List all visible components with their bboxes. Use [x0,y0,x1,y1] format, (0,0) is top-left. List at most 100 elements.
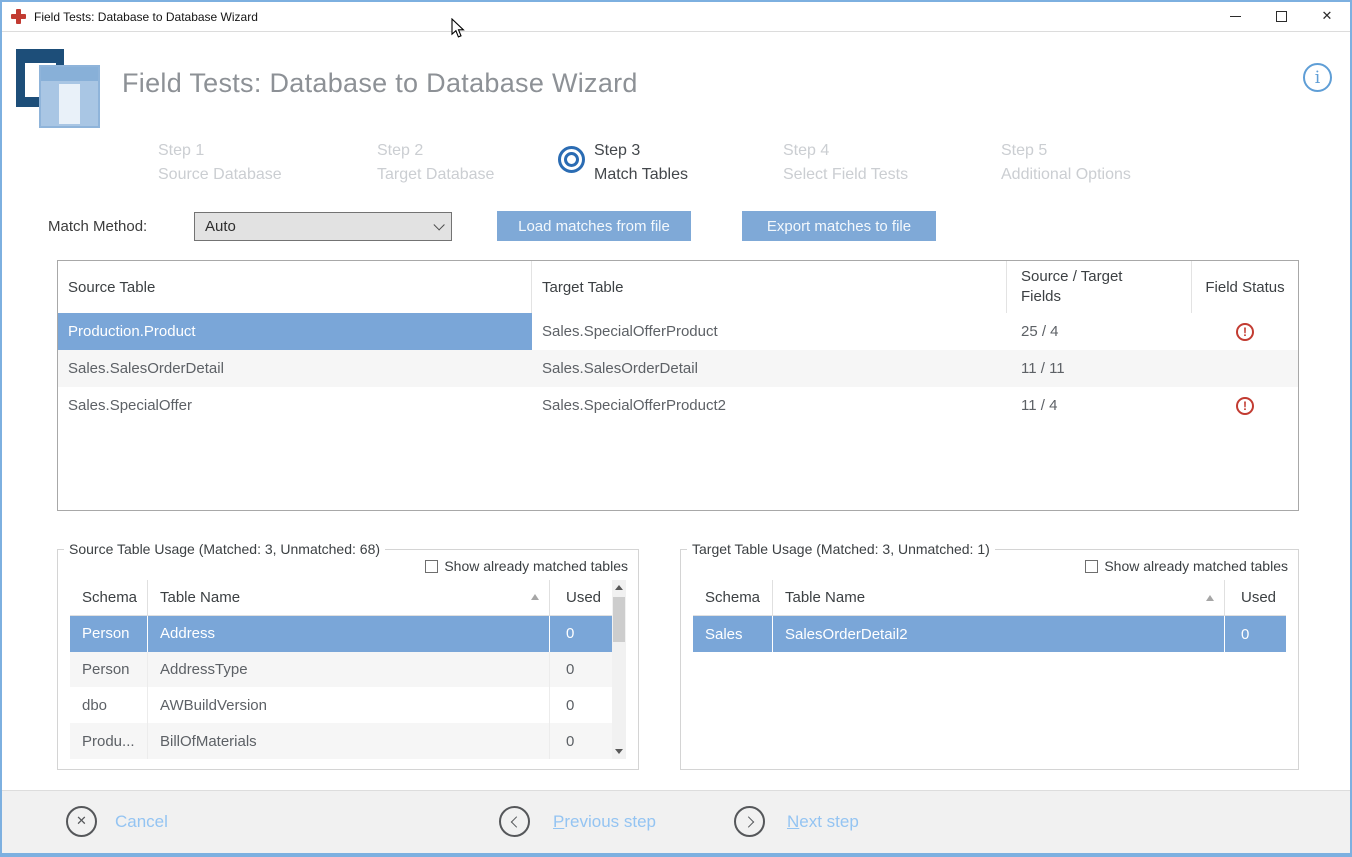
target-cell[interactable]: Sales.SalesOrderDetail [532,350,1007,387]
minimize-icon [1230,16,1241,18]
target-table-usage-group: Target Table Usage (Matched: 3, Unmatche… [680,549,1299,770]
list-item[interactable]: Sales SalesOrderDetail2 0 [693,616,1286,652]
usage-table-header: Schema Table Name Used [70,580,612,616]
cancel-button[interactable]: ✕ [66,806,97,837]
status-cell[interactable]: ! [1192,387,1298,424]
column-header-schema[interactable]: Schema [693,580,773,615]
used-cell[interactable]: 0 [550,616,612,652]
source-cell[interactable]: Sales.SalesOrderDetail [58,350,532,387]
title-bar: Field Tests: Database to Database Wizard… [2,2,1350,32]
fields-cell[interactable]: 11 / 11 [1007,350,1192,387]
schema-cell[interactable]: Person [70,652,148,688]
scroll-up-button[interactable] [612,580,626,595]
column-header-source-target-fields[interactable]: Source / Target Fields [1007,261,1192,313]
list-item[interactable]: Person Address 0 [70,616,612,652]
sort-ascending-icon [531,594,539,600]
show-matched-tables-option[interactable]: Show already matched tables [425,558,628,574]
source-table-usage-group: Source Table Usage (Matched: 3, Unmatche… [57,549,639,770]
next-step-button[interactable] [734,806,765,837]
schema-cell[interactable]: Sales [693,616,773,652]
usage-table-header: Schema Table Name Used [693,580,1286,616]
active-step-ring-icon [558,146,585,173]
table-name-cell[interactable]: AWBuildVersion [148,687,550,723]
vertical-scrollbar[interactable] [612,580,626,759]
table-row[interactable]: Sales.SpecialOffer Sales.SpecialOfferPro… [58,387,1298,424]
table-name-cell[interactable]: Address [148,616,550,652]
app-window: Field Tests: Database to Database Wizard… [0,0,1352,857]
schema-cell[interactable]: Produ... [70,723,148,759]
minimize-button[interactable] [1212,2,1258,32]
cancel-label[interactable]: Cancel [115,812,168,832]
info-icon[interactable]: i [1303,63,1332,92]
error-status-icon: ! [1236,323,1254,341]
schema-cell[interactable]: Person [70,616,148,652]
column-header-used[interactable]: Used [550,580,612,615]
footer-bar: ✕ Cancel Previous step Next step [2,790,1350,853]
source-usage-table: Schema Table Name Used Person Address 0 … [70,580,612,759]
list-item[interactable]: Person AddressType 0 [70,652,612,688]
previous-step-label[interactable]: Previous step [553,812,656,832]
maximize-icon [1276,11,1287,22]
step-1-source-database: Step 1 Source Database [158,139,282,187]
previous-step-button[interactable] [499,806,530,837]
status-cell[interactable] [1192,350,1298,387]
show-matched-checkbox[interactable] [425,560,438,573]
list-item[interactable]: Produ... BillOfMaterials 0 [70,723,612,759]
list-item[interactable]: dbo AWBuildVersion 0 [70,687,612,723]
used-cell[interactable]: 0 [1225,616,1286,652]
schema-cell[interactable]: dbo [70,687,148,723]
step-2-target-database: Step 2 Target Database [377,139,494,187]
wizard-steps: Step 1 Source Database Step 2 Target Dat… [2,139,1350,189]
used-cell[interactable]: 0 [550,652,612,688]
show-matched-checkbox[interactable] [1085,560,1098,573]
group-legend: Source Table Usage (Matched: 3, Unmatche… [64,541,385,557]
scroll-up-icon [615,585,623,590]
used-cell[interactable]: 0 [550,723,612,759]
table-row[interactable]: Sales.SalesOrderDetail Sales.SalesOrderD… [58,350,1298,387]
target-cell[interactable]: Sales.SpecialOfferProduct2 [532,387,1007,424]
match-method-select[interactable]: Auto [194,212,452,241]
app-logo-icon [16,47,100,128]
chevron-down-icon [433,219,444,230]
match-method-label: Match Method: [48,218,147,235]
source-cell[interactable]: Production.Product [58,313,532,350]
load-matches-button[interactable]: Load matches from file [497,211,691,241]
scrollbar-thumb[interactable] [613,597,625,642]
target-cell[interactable]: Sales.SpecialOfferProduct [532,313,1007,350]
table-name-cell[interactable]: AddressType [148,652,550,688]
cancel-x-icon: ✕ [76,814,87,829]
close-button[interactable]: ✕ [1304,2,1350,32]
used-cell[interactable]: 0 [550,687,612,723]
show-matched-tables-option[interactable]: Show already matched tables [1085,558,1288,574]
scrollbar-track[interactable] [612,595,626,744]
sort-ascending-icon [1206,595,1214,601]
next-step-label[interactable]: Next step [787,812,859,832]
maximize-button[interactable] [1258,2,1304,32]
column-header-used[interactable]: Used [1225,580,1286,615]
column-header-target-table[interactable]: Target Table [532,261,1007,313]
column-header-table-name[interactable]: Table Name [773,580,1225,615]
fields-cell[interactable]: 25 / 4 [1007,313,1192,350]
scroll-down-button[interactable] [612,744,626,759]
close-icon: ✕ [1322,9,1333,24]
chevron-right-icon [742,816,753,827]
match-table-header: Source Table Target Table Source / Targe… [58,261,1298,313]
export-matches-button[interactable]: Export matches to file [742,211,936,241]
column-header-source-table[interactable]: Source Table [58,261,532,313]
page-title: Field Tests: Database to Database Wizard [122,68,638,99]
table-name-cell[interactable]: BillOfMaterials [148,723,550,759]
column-header-table-name[interactable]: Table Name [148,580,550,615]
match-table: Source Table Target Table Source / Targe… [57,260,1299,511]
step-4-select-field-tests: Step 4 Select Field Tests [783,139,908,187]
window-title: Field Tests: Database to Database Wizard [34,10,258,24]
table-row[interactable]: Production.Product Sales.SpecialOfferPro… [58,313,1298,350]
app-plus-icon [11,9,26,24]
column-header-schema[interactable]: Schema [70,580,148,615]
fields-cell[interactable]: 11 / 4 [1007,387,1192,424]
source-cell[interactable]: Sales.SpecialOffer [58,387,532,424]
table-name-cell[interactable]: SalesOrderDetail2 [773,616,1225,652]
checkbox-label: Show already matched tables [444,558,628,574]
match-method-value: Auto [205,218,236,235]
column-header-field-status[interactable]: Field Status [1192,261,1298,313]
status-cell[interactable]: ! [1192,313,1298,350]
